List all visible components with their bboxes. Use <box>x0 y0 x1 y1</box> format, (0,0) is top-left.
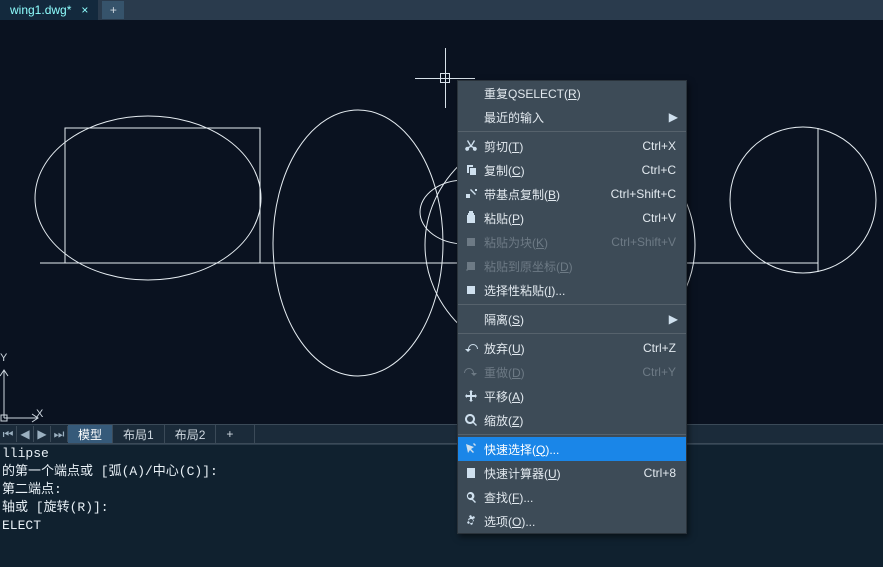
context-menu: 重复QSELECT(R)最近的输入▶剪切(T)Ctrl+X复制(C)Ctrl+C… <box>457 80 687 534</box>
context-menu-shortcut: Ctrl+V <box>642 211 686 225</box>
context-menu-label: 复制(C) <box>484 162 642 179</box>
paste-icon <box>458 211 484 225</box>
redo-icon <box>458 365 484 379</box>
file-tab-active[interactable]: wing1.dwg* × <box>0 0 98 20</box>
pastespec-icon <box>458 283 484 297</box>
command-line: ELECT <box>0 517 883 535</box>
context-menu-label: 粘贴到原坐标(D) <box>484 258 686 275</box>
context-menu-item[interactable]: 选择性粘贴(I)... <box>458 278 686 302</box>
context-menu-item: 粘贴为块(K)Ctrl+Shift+V <box>458 230 686 254</box>
context-menu-label: 放弃(U) <box>484 340 643 357</box>
file-tab-name: wing1.dwg* <box>10 3 71 17</box>
context-menu-separator <box>458 333 686 334</box>
drawing-geometry <box>0 20 883 430</box>
context-menu-item[interactable]: 缩放(Z) <box>458 408 686 432</box>
context-menu-separator <box>458 131 686 132</box>
context-menu-item: 粘贴到原坐标(D) <box>458 254 686 278</box>
submenu-arrow-icon: ▶ <box>669 110 678 124</box>
close-icon[interactable]: × <box>81 3 88 17</box>
context-menu-item[interactable]: 快速计算器(U)Ctrl+8 <box>458 461 686 485</box>
context-menu-label: 选择性粘贴(I)... <box>484 282 686 299</box>
context-menu-shortcut: Ctrl+Z <box>643 341 686 355</box>
context-menu-item[interactable]: 粘贴(P)Ctrl+V <box>458 206 686 230</box>
context-menu-shortcut: Ctrl+8 <box>644 466 686 480</box>
context-menu-label: 缩放(Z) <box>484 412 686 429</box>
undo-icon <box>458 341 484 355</box>
cut-icon <box>458 139 484 153</box>
options-icon <box>458 514 484 528</box>
layout-nav-next[interactable]: ▶ <box>34 426 51 442</box>
context-menu-item[interactable]: 剪切(T)Ctrl+X <box>458 134 686 158</box>
pasteorig-icon <box>458 259 484 273</box>
context-menu-separator <box>458 434 686 435</box>
context-menu-label: 快速计算器(U) <box>484 465 644 482</box>
layout-nav-last[interactable]: ⏭ <box>51 426 68 442</box>
pasteblock-icon <box>458 235 484 249</box>
command-line: 轴或 [旋转(R)]: <box>0 499 883 517</box>
context-menu-label: 查找(F)... <box>484 489 686 506</box>
context-menu-item[interactable]: 查找(F)... <box>458 485 686 509</box>
context-menu-label: 快速选择(Q)... <box>484 441 686 458</box>
layout-nav-prev[interactable]: ◀ <box>17 426 34 442</box>
context-menu-item[interactable]: 选项(O)... <box>458 509 686 533</box>
context-menu-label: 隔离(S) <box>484 311 686 328</box>
context-menu-item[interactable]: 平移(A) <box>458 384 686 408</box>
context-menu-shortcut: Ctrl+X <box>642 139 686 153</box>
new-tab-button[interactable]: + <box>102 1 124 19</box>
calc-icon <box>458 466 484 480</box>
command-line: 的第一个端点或 [弧(A)/中心(C)]: <box>0 463 883 481</box>
layout-tab[interactable]: 布局2 <box>165 425 217 443</box>
plus-icon: + <box>110 3 117 17</box>
context-menu-item[interactable]: 快速选择(Q)... <box>458 437 686 461</box>
context-menu-shortcut: Ctrl+Shift+C <box>611 187 686 201</box>
command-line: llipse <box>0 445 883 463</box>
layout-tab-bar: ⏮ ◀ ▶ ⏭ 模型布局1布局2 + <box>0 424 883 444</box>
context-menu-label: 选项(O)... <box>484 513 686 530</box>
command-line: 第二端点: <box>0 481 883 499</box>
layout-tab[interactable]: 模型 <box>68 425 113 443</box>
copybase-icon <box>458 187 484 201</box>
context-menu-label: 粘贴为块(K) <box>484 234 611 251</box>
context-menu-label: 重做(D) <box>484 364 642 381</box>
qselect-icon <box>458 442 484 456</box>
context-menu-item: 重做(D)Ctrl+Y <box>458 360 686 384</box>
find-icon <box>458 490 484 504</box>
zoom-icon <box>458 413 484 427</box>
layout-tab[interactable]: 布局1 <box>113 425 165 443</box>
context-menu-label: 最近的输入 <box>484 109 686 126</box>
command-line-panel[interactable]: llipse的第一个端点或 [弧(A)/中心(C)]:第二端点:轴或 [旋转(R… <box>0 444 883 567</box>
layout-nav-first[interactable]: ⏮ <box>0 426 17 442</box>
context-menu-item[interactable]: 带基点复制(B)Ctrl+Shift+C <box>458 182 686 206</box>
pan-icon <box>458 389 484 403</box>
context-menu-item[interactable]: 复制(C)Ctrl+C <box>458 158 686 182</box>
context-menu-label: 粘贴(P) <box>484 210 642 227</box>
context-menu-label: 带基点复制(B) <box>484 186 611 203</box>
context-menu-item[interactable]: 放弃(U)Ctrl+Z <box>458 336 686 360</box>
context-menu-label: 重复QSELECT(R) <box>484 85 686 102</box>
context-menu-item[interactable]: 隔离(S)▶ <box>458 307 686 331</box>
context-menu-shortcut: Ctrl+C <box>642 163 686 177</box>
context-menu-label: 平移(A) <box>484 388 686 405</box>
layout-add-button[interactable]: + <box>216 425 255 443</box>
context-menu-item[interactable]: 重复QSELECT(R) <box>458 81 686 105</box>
context-menu-item[interactable]: 最近的输入▶ <box>458 105 686 129</box>
context-menu-separator <box>458 304 686 305</box>
copy-icon <box>458 163 484 177</box>
submenu-arrow-icon: ▶ <box>669 312 678 326</box>
context-menu-shortcut: Ctrl+Shift+V <box>611 235 686 249</box>
context-menu-label: 剪切(T) <box>484 138 642 155</box>
context-menu-shortcut: Ctrl+Y <box>642 365 686 379</box>
file-tab-bar: wing1.dwg* × + <box>0 0 883 20</box>
